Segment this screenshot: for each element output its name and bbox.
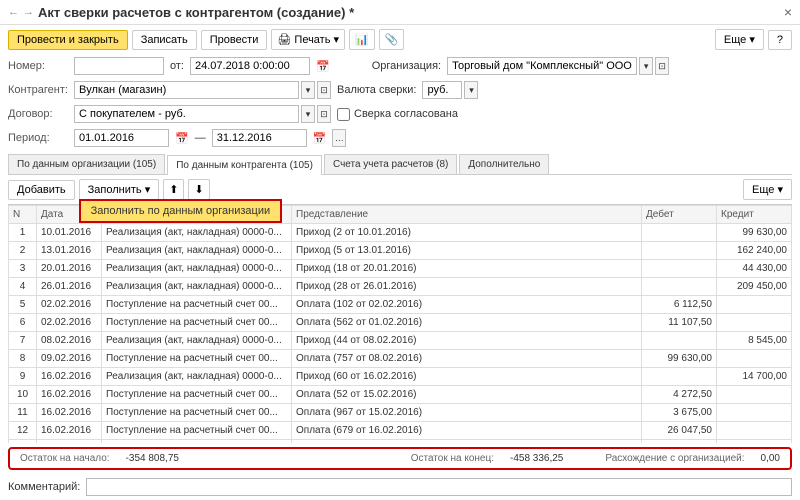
dropdown-icon[interactable]: ▾ xyxy=(464,81,478,99)
end-balance-label: Остаток на конец: xyxy=(411,453,494,464)
period-label: Период: xyxy=(8,132,68,144)
sub-more-button[interactable]: Еще ▾ xyxy=(743,179,792,200)
table-row[interactable]: 1016.02.2016Поступление на расчетный сче… xyxy=(9,386,792,404)
table-row[interactable]: 708.02.2016Реализация (акт, накладная) 0… xyxy=(9,332,792,350)
currency-label: Валюта сверки: xyxy=(337,84,416,96)
comment-label: Комментарий: xyxy=(8,481,80,493)
end-balance-value: -458 336,25 xyxy=(510,453,563,464)
table-row[interactable]: 110.01.2016Реализация (акт, накладная) 0… xyxy=(9,224,792,242)
more-button[interactable]: Еще ▾ xyxy=(715,29,764,50)
fill-button[interactable]: Заполнить ▾ xyxy=(79,179,160,200)
contract-label: Договор: xyxy=(8,108,68,120)
table-row[interactable]: 1116.02.2016Поступление на расчетный сче… xyxy=(9,404,792,422)
org-input[interactable] xyxy=(447,57,637,75)
table-row[interactable]: 213.01.2016Реализация (акт, накладная) 0… xyxy=(9,242,792,260)
start-balance-label: Остаток на начало: xyxy=(20,453,110,464)
report-icon[interactable]: 📊 xyxy=(349,29,375,50)
nav-fwd-icon[interactable]: → xyxy=(23,6,34,18)
post-close-button[interactable]: Провести и закрыть xyxy=(8,30,128,50)
dropdown-icon[interactable]: ▾ xyxy=(639,57,653,75)
tab-0[interactable]: По данным организации (105) xyxy=(8,154,165,174)
agreed-checkbox[interactable]: Сверка согласована xyxy=(337,108,458,121)
diff-value: 0,00 xyxy=(761,453,780,464)
table-row[interactable]: 426.01.2016Реализация (акт, накладная) 0… xyxy=(9,278,792,296)
move-up-icon[interactable]: ⬆ xyxy=(163,179,184,200)
currency-input[interactable] xyxy=(422,81,462,99)
open-icon[interactable]: ⊡ xyxy=(317,81,331,99)
table-row[interactable]: 320.01.2016Реализация (акт, накладная) 0… xyxy=(9,260,792,278)
add-button[interactable]: Добавить xyxy=(8,180,75,200)
post-button[interactable]: Провести xyxy=(201,30,268,50)
comment-input[interactable] xyxy=(86,478,792,496)
contractor-input[interactable] xyxy=(74,81,299,99)
tab-3[interactable]: Дополнительно xyxy=(459,154,549,174)
col-header[interactable]: Кредит xyxy=(717,206,792,224)
period-to-input[interactable] xyxy=(212,129,307,147)
help-button[interactable]: ? xyxy=(768,30,792,50)
print-button[interactable]: 🖨 Печать ▾ xyxy=(271,29,345,50)
attach-icon[interactable]: 📎 xyxy=(379,29,405,50)
number-label: Номер: xyxy=(8,60,68,72)
calendar-icon[interactable]: 📅 xyxy=(175,132,189,145)
nav-back-icon[interactable]: ← xyxy=(8,6,19,18)
org-label: Организация: xyxy=(372,60,441,72)
col-header[interactable]: Представление xyxy=(292,206,642,224)
contract-input[interactable] xyxy=(74,105,299,123)
table-row[interactable]: 602.02.2016Поступление на расчетный счет… xyxy=(9,314,792,332)
period-select-icon[interactable]: … xyxy=(332,129,346,147)
table-row[interactable]: 916.02.2016Реализация (акт, накладная) 0… xyxy=(9,368,792,386)
number-input[interactable] xyxy=(74,57,164,75)
contractor-label: Контрагент: xyxy=(8,84,68,96)
close-icon[interactable]: × xyxy=(784,4,792,20)
write-button[interactable]: Записать xyxy=(132,30,197,50)
diff-label: Расхождение с организацией: xyxy=(605,453,744,464)
period-from-input[interactable] xyxy=(74,129,169,147)
table-row[interactable]: 809.02.2016Поступление на расчетный счет… xyxy=(9,350,792,368)
fill-menu-item[interactable]: Заполнить по данным организации xyxy=(79,199,283,223)
move-down-icon[interactable]: ⬇ xyxy=(188,179,209,200)
date-input[interactable] xyxy=(190,57,310,75)
tab-1[interactable]: По данным контрагента (105) xyxy=(167,155,322,175)
table-row[interactable]: 1319.02.2016Поступление на расчетный сче… xyxy=(9,440,792,444)
dropdown-icon[interactable]: ▾ xyxy=(301,81,315,99)
calendar-icon[interactable]: 📅 xyxy=(313,132,327,145)
from-label: от: xyxy=(170,60,184,72)
dropdown-icon[interactable]: ▾ xyxy=(301,105,315,123)
tab-2[interactable]: Счета учета расчетов (8) xyxy=(324,154,457,174)
start-balance-value: -354 808,75 xyxy=(126,453,179,464)
window-title: Акт сверки расчетов с контрагентом (созд… xyxy=(38,5,784,20)
table-row[interactable]: 502.02.2016Поступление на расчетный счет… xyxy=(9,296,792,314)
col-header[interactable]: Дебет xyxy=(642,206,717,224)
open-icon[interactable]: ⊡ xyxy=(317,105,331,123)
col-header[interactable]: N xyxy=(9,206,37,224)
open-icon[interactable]: ⊡ xyxy=(655,57,669,75)
calendar-icon[interactable]: 📅 xyxy=(316,60,330,73)
table-row[interactable]: 1216.02.2016Поступление на расчетный сче… xyxy=(9,422,792,440)
